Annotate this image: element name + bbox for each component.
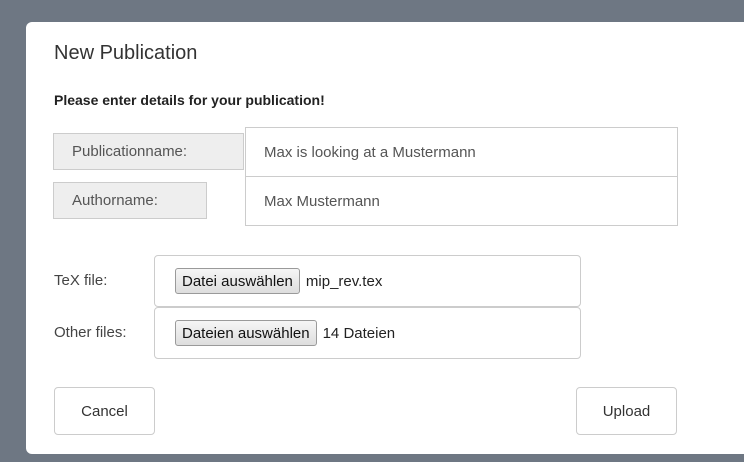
other-files-label: Other files:	[54, 324, 127, 341]
new-publication-dialog: New Publication Please enter details for…	[26, 22, 744, 454]
author-name-value: Max Mustermann	[264, 192, 380, 210]
publication-name-input[interactable]: Max is looking at a Mustermann	[245, 127, 678, 177]
cancel-button[interactable]: Cancel	[54, 387, 155, 435]
tex-file-label: TeX file:	[54, 272, 108, 289]
other-files-selection: 14 Dateien	[322, 324, 396, 342]
publication-name-value: Max is looking at a Mustermann	[264, 143, 476, 161]
author-name-input[interactable]: Max Mustermann	[245, 176, 678, 226]
tex-file-input[interactable]: Datei auswählen mip_rev.tex	[154, 255, 581, 307]
dialog-title: New Publication	[54, 42, 198, 64]
author-name-label: Authorname:	[53, 182, 207, 219]
choose-tex-file-button[interactable]: Datei auswählen	[175, 268, 300, 294]
upload-button[interactable]: Upload	[576, 387, 677, 435]
tex-file-selection: mip_rev.tex	[305, 272, 383, 290]
choose-other-files-button[interactable]: Dateien auswählen	[175, 320, 317, 346]
dialog-subtitle: Please enter details for your publicatio…	[54, 92, 325, 108]
publication-name-label: Publicationname:	[53, 133, 244, 170]
other-files-input[interactable]: Dateien auswählen 14 Dateien	[154, 307, 581, 359]
